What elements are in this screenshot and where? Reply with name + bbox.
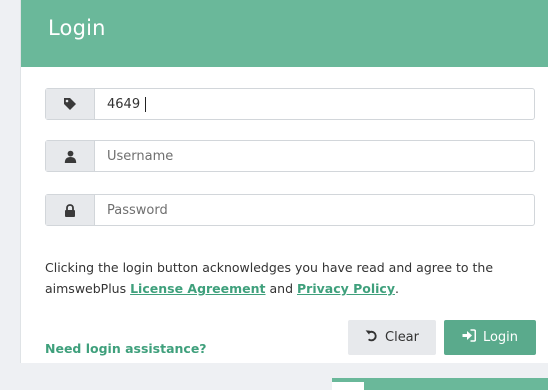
notice-text-middle: and: [265, 281, 297, 296]
username-addon: [46, 141, 95, 171]
user-icon: [64, 150, 77, 163]
agreement-notice: Clicking the login button acknowledges y…: [45, 257, 541, 299]
license-agreement-link[interactable]: License Agreement: [130, 281, 265, 296]
login-assistance-link[interactable]: Need login assistance?: [45, 341, 207, 356]
background-panel-tab: [332, 382, 364, 390]
login-panel: Login 4649 Username Clicking the login b…: [20, 0, 548, 363]
clear-button-label: Clear: [385, 330, 419, 345]
page: Login 4649 Username Clicking the login b…: [0, 0, 548, 390]
undo-icon: [365, 329, 378, 346]
panel-header: Login: [21, 0, 548, 67]
tag-icon: [63, 97, 77, 111]
lock-icon: [64, 203, 76, 217]
panel-title: Login: [48, 16, 106, 40]
clear-button[interactable]: Clear: [348, 320, 436, 355]
notice-text-after: .: [394, 281, 399, 296]
password-addon: [46, 195, 95, 225]
login-button[interactable]: Login: [444, 320, 536, 355]
sign-in-icon: [462, 329, 477, 346]
username-input[interactable]: [95, 141, 534, 171]
account-input-group: [45, 88, 535, 120]
background-panel-edge: [332, 378, 548, 390]
password-input[interactable]: [95, 195, 534, 225]
text-caret: [145, 97, 146, 112]
login-button-label: Login: [482, 330, 519, 345]
username-input-group: [45, 140, 535, 172]
account-input[interactable]: [95, 89, 534, 119]
password-input-group: [45, 194, 535, 226]
account-addon: [46, 89, 95, 119]
privacy-policy-link[interactable]: Privacy Policy: [297, 281, 395, 296]
